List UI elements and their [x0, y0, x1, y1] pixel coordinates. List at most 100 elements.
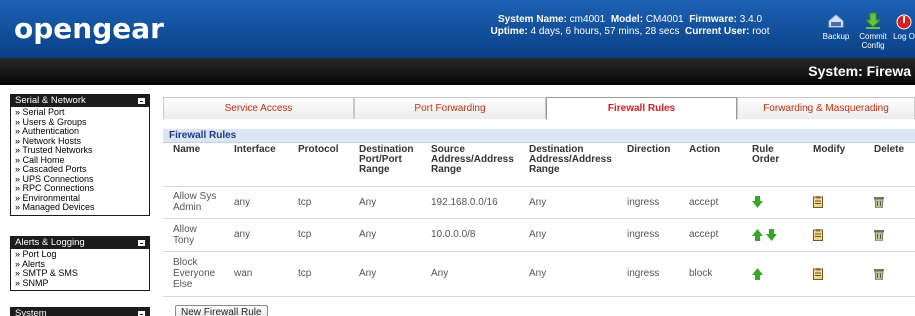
system-name-value: cm4001 — [569, 14, 606, 25]
sidebar-alerts-logging: Alerts & Logging Port Log Alerts SMTP & … — [10, 236, 150, 291]
config-label: Config — [861, 41, 885, 50]
col-source-address: Source Address/Address Range — [421, 143, 519, 187]
delete-cell — [864, 186, 915, 219]
col-destination-address: Destination Address/Address Range — [519, 143, 617, 187]
rule-name: Allow Tony — [163, 218, 224, 252]
sidebar-section-title: Serial & Network — [15, 95, 86, 106]
rule-action: block — [679, 251, 742, 297]
table-row: Allow Tony any tcp Any 10.0.0.0/8 Any ing… — [163, 218, 915, 252]
delete-cell — [864, 251, 915, 297]
col-destination-port: Destination Port/Port Range — [349, 143, 421, 187]
minimize-icon[interactable] — [138, 240, 145, 246]
col-direction: Direction — [617, 143, 679, 187]
title-bar: System: Firewa — [0, 58, 915, 85]
arrow-down-icon[interactable] — [765, 228, 777, 241]
rule-action: accept — [679, 218, 742, 252]
edit-clipboard-icon[interactable] — [813, 196, 823, 208]
backup-button[interactable]: Backup — [819, 12, 853, 41]
opengear-logo: opengear — [14, 12, 164, 45]
backup-icon — [828, 14, 844, 28]
rule-protocol: tcp — [288, 251, 349, 297]
model-label: Model: — [610, 14, 644, 25]
tab-label: Service Access — [224, 103, 293, 114]
tab-service-access[interactable]: Service Access — [163, 97, 354, 119]
tab-label: Firewall Rules — [607, 103, 676, 114]
sidebar-section-title: Alerts & Logging — [15, 237, 85, 248]
arrow-up-icon[interactable] — [752, 267, 763, 280]
commit-config-button[interactable]: Commit Config — [858, 12, 888, 50]
modify-cell — [803, 251, 864, 297]
delete-cell — [864, 218, 915, 252]
uptime-value: 4 days, 6 hours, 57 mins, 28 secs — [530, 26, 680, 37]
rule-protocol: tcp — [288, 218, 349, 252]
sidebar-section-header[interactable]: System — [11, 308, 149, 316]
rule-dest-port: Any — [349, 251, 421, 297]
sidebar-section-header[interactable]: Serial & Network — [11, 95, 149, 107]
rule-order-cell — [742, 218, 803, 252]
rule-src-addr: 192.168.0.0/16 — [421, 186, 519, 219]
rule-dest-port: Any — [349, 218, 421, 252]
logout-label: Log O — [893, 32, 915, 41]
sidebar-system: System — [10, 307, 150, 316]
sidebar-item-managed-devices[interactable]: Managed Devices — [15, 202, 145, 213]
col-rule-order: Rule Order — [742, 143, 803, 187]
trash-icon[interactable] — [874, 268, 884, 280]
rule-direction: ingress — [617, 218, 679, 252]
sidebar-item-snmp[interactable]: SNMP — [15, 278, 145, 289]
logout-button[interactable]: Log O — [893, 12, 915, 41]
firmware-label: Firmware: — [689, 14, 737, 25]
new-firewall-rule-button[interactable]: New Firewall Rule — [175, 305, 268, 316]
rule-direction: ingress — [617, 186, 679, 219]
edit-clipboard-icon[interactable] — [813, 228, 823, 241]
table-row: Block Everyone Else wan tcp Any Any Any in… — [163, 251, 915, 297]
rule-action: accept — [679, 186, 742, 219]
col-protocol: Protocol — [288, 143, 349, 187]
arrow-down-icon[interactable] — [752, 196, 763, 208]
rule-dest-addr: Any — [519, 218, 617, 252]
modify-cell — [803, 218, 864, 252]
tab-label: Forwarding & Masquerading — [763, 103, 889, 114]
trash-icon[interactable] — [874, 229, 884, 241]
table-header-row: Name Interface Protocol Destination Port/… — [163, 143, 915, 187]
tab-port-forwarding[interactable]: Port Forwarding — [354, 97, 546, 119]
download-arrow-icon — [864, 12, 882, 29]
rule-name: Allow Sys Admin — [163, 186, 224, 219]
rule-interface: wan — [224, 251, 288, 297]
rule-dest-addr: Any — [519, 251, 617, 297]
power-icon — [896, 14, 912, 30]
rule-interface: any — [224, 218, 288, 252]
rule-src-addr: Any — [421, 251, 519, 297]
firmware-value: 3.4.0 — [739, 14, 763, 25]
col-interface: Interface — [224, 143, 288, 187]
model-value: CM4001 — [645, 14, 684, 25]
backup-label: Backup — [822, 32, 850, 41]
rule-dest-port: Any — [349, 186, 421, 219]
rule-order-cell — [742, 251, 803, 297]
firewall-rules-table: Name Interface Protocol Destination Port/… — [163, 143, 915, 297]
col-modify: Modify — [803, 143, 864, 187]
firewall-rules-panel: Firewall Rules Name Interface Protocol D… — [163, 129, 915, 316]
commit-label: Commit — [859, 32, 887, 41]
tab-forwarding-masquerading[interactable]: Forwarding & Masquerading — [737, 97, 915, 119]
rule-interface: any — [224, 186, 288, 219]
sidebar-serial-network: Serial & Network Serial Port Users & Gro… — [10, 94, 150, 216]
col-action: Action — [679, 143, 742, 187]
system-info: System Name: cm4001 Model: CM4001 Firmwa… — [470, 14, 790, 38]
system-name-label: System Name: — [497, 14, 567, 25]
trash-icon[interactable] — [874, 196, 884, 208]
top-header: opengear System Name: cm4001 Model: CM40… — [0, 0, 915, 58]
table-row: Allow Sys Admin any tcp Any 192.168.0.0/1… — [163, 186, 915, 219]
arrow-up-icon[interactable] — [752, 228, 763, 241]
edit-clipboard-icon[interactable] — [813, 267, 823, 280]
minimize-icon[interactable] — [138, 98, 145, 104]
sidebar-section-title: System — [15, 308, 47, 316]
uptime-label: Uptime: — [490, 26, 528, 37]
current-user-label: Current User: — [685, 26, 750, 37]
col-delete: Delete — [864, 143, 915, 187]
sidebar-section-header[interactable]: Alerts & Logging — [11, 237, 149, 249]
current-user-value: root — [752, 26, 770, 37]
panel-title: Firewall Rules — [163, 129, 915, 143]
tab-firewall-rules[interactable]: Firewall Rules — [546, 97, 737, 120]
minimize-icon[interactable] — [138, 311, 145, 316]
rule-dest-addr: Any — [519, 186, 617, 219]
